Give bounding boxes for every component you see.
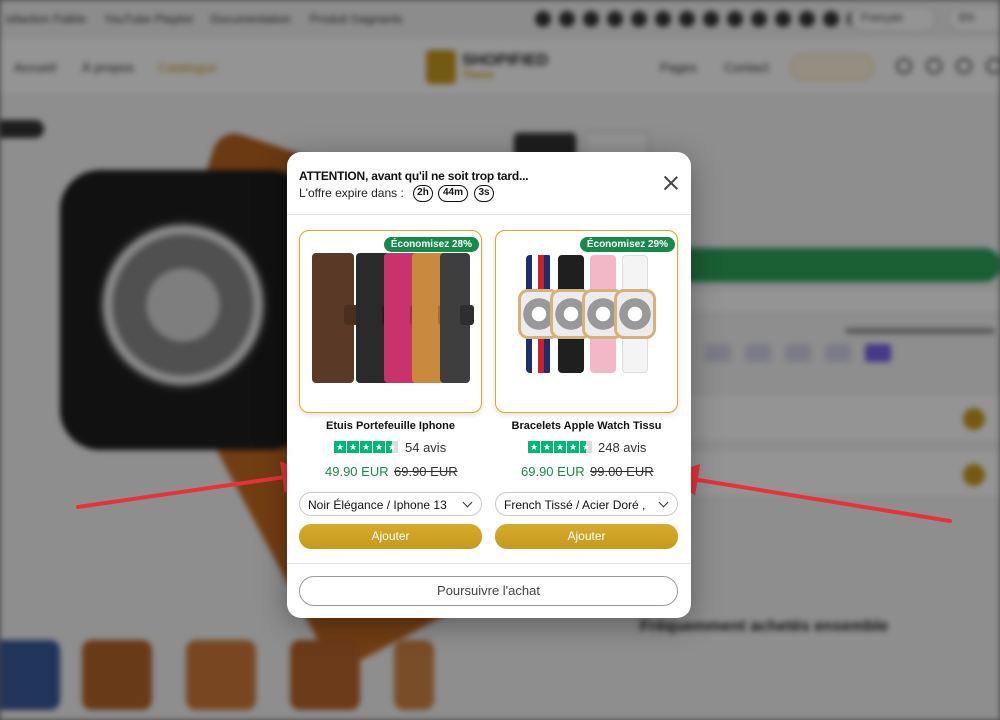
star-icon: ★ (347, 441, 359, 453)
variant-select[interactable]: Noir Élégance / Iphone 13 (299, 492, 482, 516)
timer-minutes: 44m (438, 185, 468, 202)
star-half-icon: ★ (386, 441, 398, 453)
timer-hours: 2h (413, 185, 433, 202)
product-name: Bracelets Apple Watch Tissu (511, 420, 662, 432)
modal-title: ATTENTION, avant qu'il ne soit trop tard… (299, 169, 529, 183)
upsell-modal: ATTENTION, avant qu'il ne soit trop tard… (287, 152, 691, 618)
star-icon: ★ (567, 441, 579, 453)
timer-seconds: 3s (474, 185, 494, 202)
original-price: 99.00 EUR (590, 464, 654, 479)
variant-value: Noir Élégance / Iphone 13 (308, 498, 447, 512)
star-half-icon: ★ (580, 441, 592, 453)
close-icon[interactable] (662, 174, 680, 192)
review-count: 54 avis (405, 440, 447, 455)
chevron-down-icon (462, 497, 473, 508)
star-icon: ★ (360, 441, 372, 453)
original-price: 69.90 EUR (394, 464, 458, 479)
modal-subtitle: L'offre expire dans : (299, 186, 404, 200)
continue-shopping-button[interactable]: Poursuivre l'achat (299, 576, 678, 606)
variant-value: French Tissé / Acier Doré , (504, 498, 646, 512)
arrow-left (76, 461, 314, 509)
star-icon: ★ (554, 441, 566, 453)
star-icon: ★ (334, 441, 346, 453)
rating-stars: ★ ★ ★ ★ ★ (334, 441, 398, 453)
chevron-down-icon (658, 497, 669, 508)
review-count: 248 avis (598, 440, 647, 455)
star-icon: ★ (528, 441, 540, 453)
sale-price: 69.90 EUR (521, 464, 585, 479)
discount-badge: Économisez 29% (579, 237, 675, 252)
product-card-watch-bands[interactable]: Économisez 29% (495, 230, 678, 413)
add-button[interactable]: Ajouter (299, 524, 482, 549)
modal-header: ATTENTION, avant qu'il ne soit trop tard… (287, 152, 691, 215)
divider (287, 563, 691, 564)
arrow-right (666, 464, 952, 523)
product-card-wallet[interactable]: Économisez 28% (299, 230, 482, 413)
add-button[interactable]: Ajouter (495, 524, 678, 549)
product-name: Etuis Portefeuille Iphone (326, 420, 455, 432)
star-icon: ★ (373, 441, 385, 453)
star-icon: ★ (541, 441, 553, 453)
discount-badge: Économisez 28% (383, 237, 479, 252)
variant-select[interactable]: French Tissé / Acier Doré , (495, 492, 678, 516)
rating-stars: ★ ★ ★ ★ ★ (528, 441, 592, 453)
sale-price: 49.90 EUR (325, 464, 389, 479)
